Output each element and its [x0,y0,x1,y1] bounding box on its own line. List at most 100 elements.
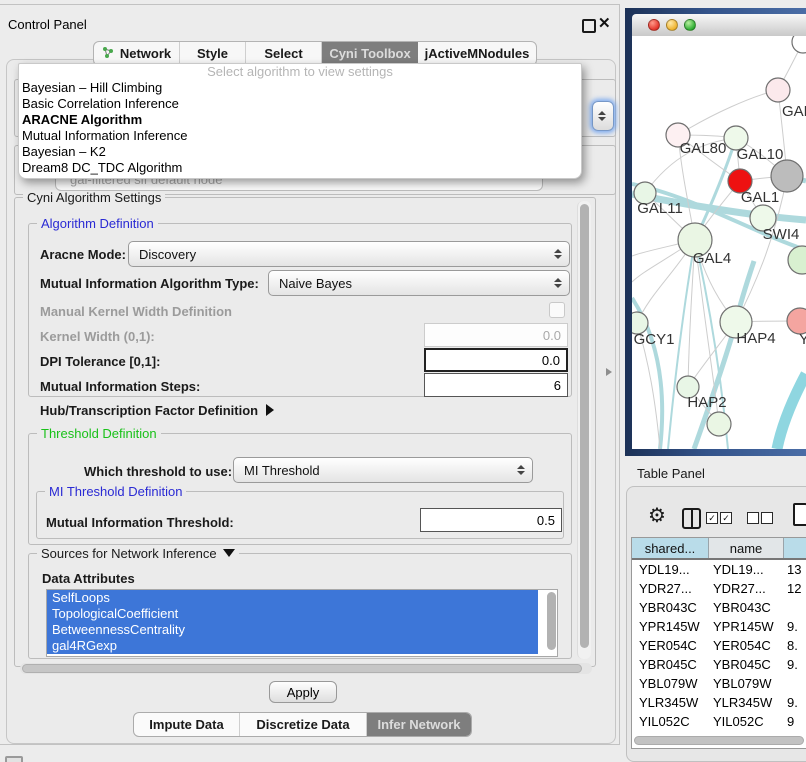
algorithm-option[interactable]: Basic Correlation Inference [19,96,581,112]
network-node-label: GAL11 [637,200,683,217]
sources-group-title[interactable]: Sources for Network Inference [37,546,239,561]
network-node-label: SWI4 [763,226,800,243]
close-icon[interactable]: ✕ [598,14,611,32]
table-row[interactable]: YBL079WYBL079W [632,674,806,693]
network-view-window: GALGAL80GAL10GAL1GAL11SWI4GAL4GCY1HAP4YH… [625,8,806,456]
network-icon [102,46,115,62]
table-row[interactable]: YDR27...YDR27...12 [632,579,806,598]
table-row[interactable]: YLR345WYLR345W9. [632,693,806,712]
data-attributes-listbox[interactable]: SelfLoopsTopologicalCoefficientBetweenne… [46,589,558,657]
tab-style[interactable]: Style [180,42,246,65]
data-attribute-item[interactable]: gal4RGexp [47,638,538,654]
network-window-titlebar[interactable] [632,14,806,37]
which-threshold-label: Which threshold to use: [84,464,232,479]
scrollbar-thumb[interactable] [580,204,589,648]
network-canvas[interactable]: GALGAL80GAL10GAL1GAL11SWI4GAL4GCY1HAP4YH… [632,36,806,449]
algorithm-option[interactable]: Dream8 DC_TDC Algorithm [19,160,581,176]
network-node[interactable] [788,246,806,274]
network-node-label: GAL10 [737,146,784,163]
tab-jactivemnodules[interactable]: jActiveMNodules [418,42,536,65]
network-node[interactable] [707,412,731,436]
apply-button[interactable]: Apply [269,681,337,703]
panel-divider-arrow[interactable] [606,368,612,376]
tab-discretize-data[interactable]: Discretize Data [240,713,367,736]
close-traffic-light-icon[interactable] [648,19,660,31]
dpi-tolerance-label: DPI Tolerance [0,1]: [40,354,160,369]
tab-label: jActiveMNodules [425,46,530,61]
float-window-icon[interactable] [582,19,596,33]
dpi-tolerance-field[interactable] [424,348,568,372]
table-cell: YBL079W [709,676,784,691]
network-node-label: Y [799,331,806,348]
data-attribute-item[interactable]: TopologicalCoefficient [47,606,538,622]
network-node[interactable] [766,78,790,102]
data-attribute-item[interactable]: BetweennessCentrality [47,622,538,638]
mi-algorithm-type-combo[interactable]: Naive Bayes [268,270,570,296]
table-cell: 9. [784,695,806,710]
hub-section-label: Hub/Transcription Factor Definition [40,403,258,418]
mi-threshold-field[interactable] [420,508,562,532]
which-threshold-combo[interactable]: MI Threshold [233,457,533,483]
table-cell: 8. [784,638,806,653]
table-cell: YLR345W [632,695,709,710]
column-header-partial[interactable] [784,538,806,558]
gear-icon[interactable]: ⚙ [648,503,666,528]
collapse-right-icon [266,404,274,416]
checked-column-icon[interactable]: ✓ [720,512,732,524]
table-row[interactable]: YDL19...YDL19...13 [632,560,806,579]
manual-kernel-width-checkbox[interactable] [549,302,565,318]
data-attribute-item[interactable]: SelfLoops [47,590,538,606]
network-graph: GALGAL80GAL10GAL1GAL11SWI4GAL4GCY1HAP4YH… [632,36,806,449]
algorithm-combo-button[interactable] [592,101,614,131]
tab-select[interactable]: Select [246,42,322,65]
aracne-mode-combo[interactable]: Discovery [128,241,570,267]
tab-label: Select [264,46,302,61]
table-row[interactable]: YBR043CYBR043C [632,598,806,617]
minimize-traffic-light-icon[interactable] [666,19,678,31]
table-panel-title: Table Panel [637,466,705,481]
node-table: shared... name YDL19...YDL19...13YDR27..… [631,537,806,749]
table-row[interactable]: YPR145WYPR145W9. [632,617,806,636]
scrollbar-thumb[interactable] [22,664,582,673]
table-body: YDL19...YDL19...13YDR27...YDR27...12YBR0… [632,560,806,731]
network-node-label: HAP2 [687,394,726,411]
document-icon[interactable] [793,503,806,526]
data-attributes-label: Data Attributes [42,571,135,586]
network-node[interactable] [771,160,803,192]
column-header-shared-name[interactable]: shared... [632,538,709,558]
mi-algorithm-type-value: Naive Bayes [279,276,352,291]
table-cell: YDL19... [632,562,709,577]
split-column-icon[interactable] [682,508,701,529]
algorithm-option[interactable]: Bayesian – Hill Climbing [19,80,581,96]
stepper-arrows-icon [598,111,606,121]
aracne-mode-label: Aracne Mode: [40,247,126,262]
tab-infer-network[interactable]: Infer Network [367,713,471,736]
settings-horizontal-scrollbar[interactable] [20,663,592,674]
zoom-traffic-light-icon[interactable] [684,19,696,31]
mi-steps-field[interactable] [424,373,568,397]
tab-impute-data[interactable]: Impute Data [134,713,240,736]
unchecked-column-icon[interactable] [761,512,773,524]
table-row[interactable]: YIL052CYIL052C9 [632,712,806,731]
network-node[interactable] [792,36,806,53]
column-header-name[interactable]: name [709,538,784,558]
table-horizontal-scrollbar[interactable] [634,736,804,745]
checked-column-icon[interactable]: ✓ [706,512,718,524]
table-cell: YPR145W [709,619,784,634]
algorithm-option[interactable]: Bayesian – K2 [19,144,581,160]
table-cell: 9. [784,657,806,672]
tab-label: Infer Network [377,717,460,732]
algorithm-definition-title: Algorithm Definition [37,216,158,231]
algorithm-option[interactable]: ARACNE Algorithm [19,112,581,128]
minimized-panel-icon[interactable] [5,756,23,762]
tab-network[interactable]: Network [94,42,180,65]
settings-vertical-scrollbar[interactable] [577,201,591,659]
list-scrollbar-thumb[interactable] [547,592,556,650]
algorithm-option[interactable]: Mutual Information Inference [19,128,581,144]
tab-cyni-toolbox[interactable]: Cyni Toolbox [322,42,418,65]
unchecked-column-icon[interactable] [747,512,759,524]
table-row[interactable]: YER054CYER054C8. [632,636,806,655]
hub-section-header[interactable]: Hub/Transcription Factor Definition [40,403,274,418]
algorithm-dropdown-placeholder: Select algorithm to view settings [19,64,581,80]
table-row[interactable]: YBR045CYBR045C9. [632,655,806,674]
